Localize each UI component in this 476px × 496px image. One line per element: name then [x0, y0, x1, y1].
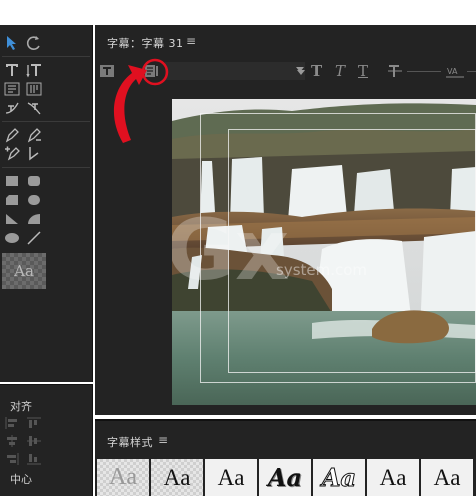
align-right-icon[interactable]: [5, 453, 19, 465]
pen-tool-icon[interactable]: [4, 127, 20, 143]
styles-panel-menu-icon[interactable]: ≡: [158, 433, 168, 447]
rounded-corner-rectangle-tool-icon[interactable]: [26, 192, 42, 208]
vertical-area-type-tool-icon[interactable]: [26, 81, 42, 97]
delete-anchor-point-tool-icon[interactable]: [26, 127, 42, 143]
style-swatch[interactable]: Aa: [97, 459, 149, 496]
clipped-corner-rectangle-tool-icon[interactable]: [4, 192, 20, 208]
title-safe-margin: [228, 129, 476, 373]
align-panel: 对齐 中心: [0, 384, 93, 496]
panel-title: 字幕：字幕 31: [107, 37, 184, 50]
align-top-icon[interactable]: [27, 417, 41, 429]
font-style-dropdown-arrow-icon[interactable]: [296, 67, 304, 72]
arc-tool-icon[interactable]: [26, 211, 42, 227]
rotation-tool-icon[interactable]: [26, 35, 42, 51]
roll-crawl-options-icon[interactable]: [99, 63, 115, 79]
templates-icon[interactable]: [144, 63, 160, 79]
center-title: 中心: [10, 473, 32, 486]
add-anchor-point-tool-icon[interactable]: [4, 145, 20, 161]
title-toolbar: T T T VA: [95, 59, 476, 85]
style-swatch[interactable]: Aa: [205, 459, 257, 496]
area-type-tool-icon[interactable]: [4, 81, 20, 97]
rectangle-tool-icon[interactable]: [4, 173, 20, 189]
align-horizontal-center-icon[interactable]: [5, 435, 19, 447]
font-size-icon[interactable]: [387, 63, 403, 79]
style-swatch[interactable]: Aa: [421, 459, 473, 496]
style-swatch[interactable]: Aa: [259, 459, 311, 496]
vertical-type-tool-icon[interactable]: [26, 62, 42, 78]
path-type-tool-icon[interactable]: [4, 100, 20, 116]
bold-icon[interactable]: T: [311, 63, 322, 79]
align-left-icon[interactable]: [5, 417, 19, 429]
italic-icon[interactable]: T: [335, 63, 345, 79]
align-vertical-center-icon[interactable]: [27, 435, 41, 447]
font-size-slider[interactable]: [407, 71, 441, 72]
style-swatch[interactable]: Aa: [151, 459, 203, 496]
line-tool-icon[interactable]: [26, 230, 42, 246]
ellipse-tool-icon[interactable]: [4, 230, 20, 246]
svg-text:VA: VA: [447, 67, 458, 76]
style-swatches: Aa Aa Aa Aa Aa Aa Aa: [97, 459, 473, 496]
title-styles-panel: 字幕样式 ≡ Aa Aa Aa Aa Aa Aa Aa: [95, 419, 476, 496]
underline-icon[interactable]: T: [358, 63, 368, 79]
type-tool-icon[interactable]: [4, 62, 20, 78]
wedge-tool-icon[interactable]: [4, 211, 20, 227]
rounded-rectangle-tool-icon[interactable]: [26, 173, 42, 189]
title-canvas[interactable]: Gx system.com: [172, 99, 476, 405]
kerning-slider[interactable]: [467, 71, 476, 72]
style-swatch[interactable]: Aa: [367, 459, 419, 496]
title-panel: 字幕：字幕 31 ≡ T T T VA Gx system.com: [95, 25, 476, 415]
title-style-swatch[interactable]: Aa: [2, 253, 46, 289]
tools-panel: Aa: [0, 25, 93, 382]
style-swatch[interactable]: Aa: [313, 459, 365, 496]
styles-panel-title: 字幕样式: [107, 436, 153, 449]
font-family-select[interactable]: [165, 62, 305, 80]
panel-menu-icon[interactable]: ≡: [186, 34, 196, 48]
convert-anchor-point-tool-icon[interactable]: [26, 145, 42, 161]
kerning-icon[interactable]: VA: [445, 63, 465, 79]
vertical-path-type-tool-icon[interactable]: [26, 100, 42, 116]
align-bottom-icon[interactable]: [27, 453, 41, 465]
selection-tool-icon[interactable]: [4, 35, 20, 51]
align-title: 对齐: [10, 400, 32, 413]
